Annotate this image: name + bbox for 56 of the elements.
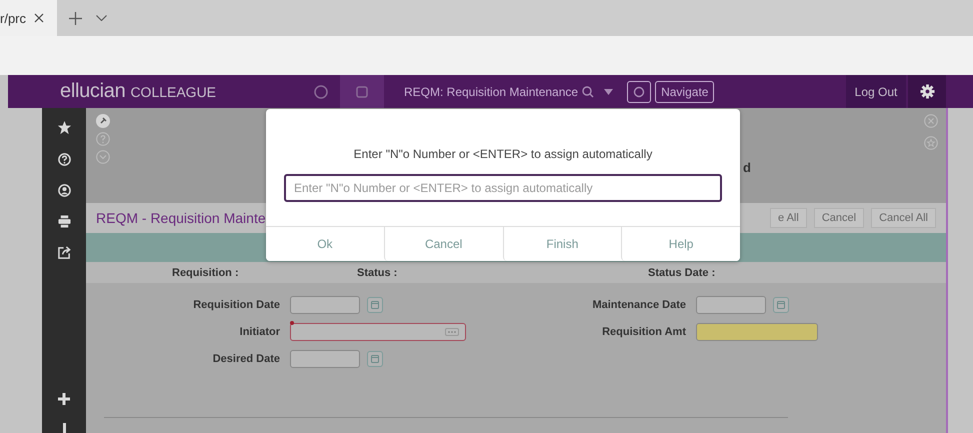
lookup-field[interactable] — [290, 323, 466, 341]
date-field[interactable] — [696, 296, 766, 314]
circle-icon — [633, 86, 646, 98]
field-label: Initiator — [238, 326, 281, 338]
calendar-button[interactable] — [367, 351, 383, 367]
toolbar-button[interactable]: e All — [770, 208, 807, 228]
pin-icon[interactable] — [96, 114, 110, 128]
field-label: Maintenance Date — [591, 299, 687, 311]
summary-label: Requisition : — [172, 266, 240, 278]
number-field[interactable]: Enter "N"o Number or <ENTER> to assign automatically — [284, 174, 722, 202]
dialog-button[interactable]: Ok — [266, 227, 384, 261]
new-tab-icon[interactable] — [69, 12, 82, 24]
header-tab[interactable] — [340, 75, 384, 108]
settings-icon — [920, 84, 934, 99]
history-button[interactable] — [627, 80, 652, 102]
form-title: d — [743, 160, 751, 175]
summary-label: Status Date : — [648, 266, 716, 278]
dialog-button[interactable]: Finish — [502, 227, 622, 261]
printer-icon[interactable] — [58, 215, 70, 228]
amount-field[interactable] — [696, 323, 818, 341]
field-label: Desired Date — [212, 353, 281, 365]
field-label: Requisition Amt — [601, 326, 687, 338]
date-field[interactable] — [290, 296, 360, 314]
calendar-button[interactable] — [367, 297, 383, 313]
calendar-icon — [777, 301, 785, 309]
navigate-button[interactable]: Navigate — [655, 80, 714, 102]
calendar-icon — [371, 355, 379, 363]
chevron-down-icon[interactable] — [96, 15, 107, 21]
logo: ellucian COLLEAGUE — [59, 80, 218, 103]
toolbar-button[interactable]: Cancel All — [871, 208, 936, 228]
calendar-icon — [371, 301, 379, 309]
browser-tab[interactable]: r/prc — [0, 0, 57, 36]
dialog-button[interactable]: Help — [621, 227, 740, 261]
caret-icon[interactable] — [604, 88, 614, 94]
required-marker — [290, 321, 294, 325]
form-title: REQM: Requisition Maintenance — [404, 84, 578, 98]
dialog-message: Enter "N"o Number or <ENTER> to assign automatically — [354, 147, 652, 161]
star-icon[interactable] — [56, 120, 72, 135]
close-icon[interactable] — [34, 13, 44, 23]
plus-icon[interactable] — [58, 393, 70, 405]
field-label: Requisition Date — [192, 299, 281, 311]
form-name: REQM - Requisition Mainte — [96, 210, 266, 226]
dialog-button[interactable]: Cancel — [384, 227, 502, 261]
user-icon[interactable] — [58, 184, 70, 197]
calendar-button[interactable] — [773, 297, 789, 313]
search-icon[interactable] — [582, 86, 594, 98]
settings-button[interactable] — [908, 75, 946, 108]
logout-button[interactable]: Log Out — [846, 75, 906, 108]
circle-icon[interactable] — [314, 84, 328, 98]
help-icon[interactable] — [58, 153, 70, 166]
toolbar-button[interactable]: Cancel — [814, 208, 864, 228]
summary-label: Status : — [357, 266, 398, 278]
share-icon[interactable] — [58, 246, 70, 259]
date-field[interactable] — [290, 350, 360, 368]
ellipsis-icon[interactable] — [445, 328, 459, 336]
star-icon[interactable] — [924, 136, 938, 150]
